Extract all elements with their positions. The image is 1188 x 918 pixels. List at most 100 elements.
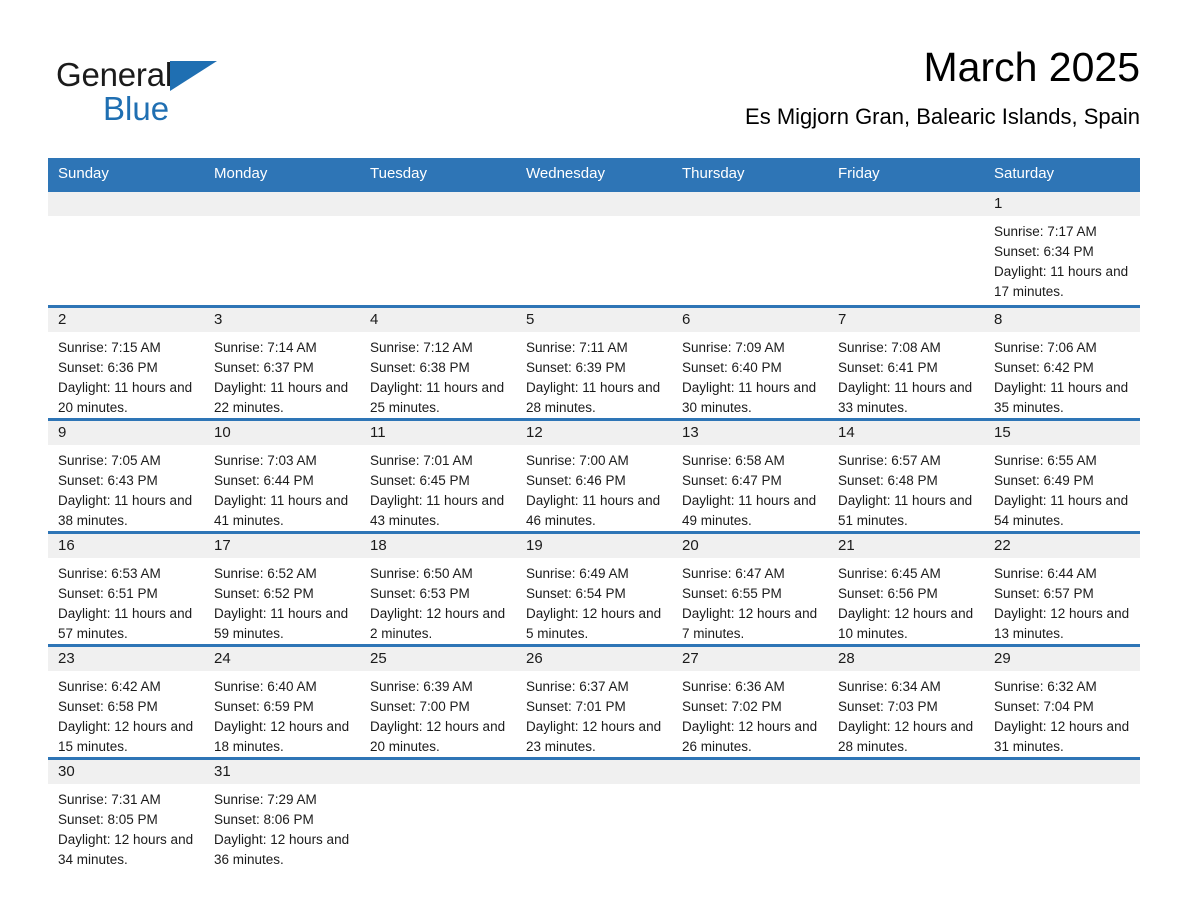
calendar-day-cell[interactable]: 8 Sunrise: 7:06 AM Sunset: 6:42 PM Daylight…: [984, 305, 1140, 420]
sunrise-text: Sunrise: 7:15 AM: [58, 340, 161, 355]
calendar-day-cell[interactable]: 6 Sunrise: 7:09 AM Sunset: 6:40 PM Daylight…: [672, 305, 828, 420]
day-details: Sunrise: 7:06 AM Sunset: 6:42 PM Daylight:…: [984, 332, 1140, 418]
daylight-text: Daylight: 11 hours and 59 minutes.: [214, 606, 349, 641]
day-number: 3: [204, 308, 360, 332]
sunset-text: Sunset: 7:02 PM: [682, 699, 782, 714]
calendar-day-cell[interactable]: 2 Sunrise: 7:15 AM Sunset: 6:36 PM Daylight…: [48, 305, 204, 420]
sunset-text: Sunset: 6:49 PM: [994, 473, 1094, 488]
daylight-text: Daylight: 11 hours and 20 minutes.: [58, 380, 193, 415]
day-details: Sunrise: 6:58 AM Sunset: 6:47 PM Daylight:…: [672, 445, 828, 531]
calendar-day-cell[interactable]: 7 Sunrise: 7:08 AM Sunset: 6:41 PM Daylight…: [828, 305, 984, 420]
calendar-day-cell[interactable]: 10 Sunrise: 7:03 AM Sunset: 6:44 PM Dayligh…: [204, 418, 360, 533]
logo-line-general: General: [56, 56, 356, 94]
day-details: Sunrise: 7:29 AM Sunset: 8:06 PM Daylight:…: [204, 784, 360, 870]
day-number: 7: [828, 308, 984, 332]
calendar-day-cell[interactable]: 5 Sunrise: 7:11 AM Sunset: 6:39 PM Daylight…: [516, 305, 672, 420]
calendar-week-row: 23 Sunrise: 6:42 AM Sunset: 6:58 PM Dayligh…: [48, 644, 1140, 759]
day-details: Sunrise: 6:49 AM Sunset: 6:54 PM Daylight:…: [516, 558, 672, 644]
sunset-text: Sunset: 6:46 PM: [526, 473, 626, 488]
calendar-day-cell-empty: [828, 757, 984, 870]
sunrise-text: Sunrise: 7:14 AM: [214, 340, 317, 355]
day-number: 2: [48, 308, 204, 332]
calendar-day-cell[interactable]: 20 Sunrise: 6:47 AM Sunset: 6:55 PM Dayligh…: [672, 531, 828, 646]
day-number: 29: [984, 647, 1140, 671]
calendar-day-cell[interactable]: 16 Sunrise: 6:53 AM Sunset: 6:51 PM Dayligh…: [48, 531, 204, 646]
calendar-day-cell[interactable]: 19 Sunrise: 6:49 AM Sunset: 6:54 PM Dayligh…: [516, 531, 672, 646]
sunrise-text: Sunrise: 6:34 AM: [838, 679, 941, 694]
calendar-day-cell[interactable]: 15 Sunrise: 6:55 AM Sunset: 6:49 PM Dayligh…: [984, 418, 1140, 533]
calendar-day-cell[interactable]: 24 Sunrise: 6:40 AM Sunset: 6:59 PM Dayligh…: [204, 644, 360, 759]
day-number: [360, 192, 516, 216]
calendar-day-cell[interactable]: 18 Sunrise: 6:50 AM Sunset: 6:53 PM Dayligh…: [360, 531, 516, 646]
sunrise-text: Sunrise: 7:11 AM: [526, 340, 628, 355]
day-number: 4: [360, 308, 516, 332]
day-number: 21: [828, 534, 984, 558]
sunset-text: Sunset: 6:36 PM: [58, 360, 158, 375]
day-details: Sunrise: 7:14 AM Sunset: 6:37 PM Daylight:…: [204, 332, 360, 418]
calendar-day-cell[interactable]: 17 Sunrise: 6:52 AM Sunset: 6:52 PM Dayligh…: [204, 531, 360, 646]
calendar-day-cell[interactable]: 29 Sunrise: 6:32 AM Sunset: 7:04 PM Dayligh…: [984, 644, 1140, 759]
sunset-text: Sunset: 6:52 PM: [214, 586, 314, 601]
page-title: March 2025: [923, 44, 1140, 90]
sunrise-text: Sunrise: 6:32 AM: [994, 679, 1097, 694]
calendar-day-cell[interactable]: 28 Sunrise: 6:34 AM Sunset: 7:03 PM Dayligh…: [828, 644, 984, 759]
logo-triangle-icon: [170, 61, 218, 91]
daylight-text: Daylight: 11 hours and 49 minutes.: [682, 493, 817, 528]
sunset-text: Sunset: 6:54 PM: [526, 586, 626, 601]
day-number: 11: [360, 421, 516, 445]
day-details: Sunrise: 6:40 AM Sunset: 6:59 PM Daylight:…: [204, 671, 360, 757]
calendar-day-cell[interactable]: 23 Sunrise: 6:42 AM Sunset: 6:58 PM Dayligh…: [48, 644, 204, 759]
day-number: [516, 760, 672, 784]
day-number: [360, 760, 516, 784]
calendar-day-cell[interactable]: 31 Sunrise: 7:29 AM Sunset: 8:06 PM Dayligh…: [204, 757, 360, 870]
calendar-day-cell[interactable]: 3 Sunrise: 7:14 AM Sunset: 6:37 PM Daylight…: [204, 305, 360, 420]
day-number: [204, 192, 360, 216]
sunrise-text: Sunrise: 7:01 AM: [370, 453, 473, 468]
calendar-day-cell[interactable]: 27 Sunrise: 6:36 AM Sunset: 7:02 PM Dayligh…: [672, 644, 828, 759]
daylight-text: Daylight: 11 hours and 38 minutes.: [58, 493, 193, 528]
day-details: Sunrise: 6:44 AM Sunset: 6:57 PM Daylight:…: [984, 558, 1140, 644]
calendar-week-row: 2 Sunrise: 7:15 AM Sunset: 6:36 PM Daylight…: [48, 305, 1140, 420]
calendar-day-cell[interactable]: 1 Sunrise: 7:17 AM Sunset: 6:34 PM Daylight…: [984, 189, 1140, 307]
calendar-day-cell[interactable]: 25 Sunrise: 6:39 AM Sunset: 7:00 PM Dayligh…: [360, 644, 516, 759]
page-header: General Blue March 2025 Es Migjorn Gran,…: [48, 42, 1140, 146]
calendar-day-cell[interactable]: 21 Sunrise: 6:45 AM Sunset: 6:56 PM Dayligh…: [828, 531, 984, 646]
calendar-day-cell[interactable]: 11 Sunrise: 7:01 AM Sunset: 6:45 PM Dayligh…: [360, 418, 516, 533]
day-details: Sunrise: 7:09 AM Sunset: 6:40 PM Daylight:…: [672, 332, 828, 418]
day-number: 13: [672, 421, 828, 445]
calendar-day-cell-empty: [360, 757, 516, 870]
calendar-day-cell[interactable]: 13 Sunrise: 6:58 AM Sunset: 6:47 PM Dayligh…: [672, 418, 828, 533]
day-number: 6: [672, 308, 828, 332]
daylight-text: Daylight: 11 hours and 57 minutes.: [58, 606, 193, 641]
calendar-day-cell-empty: [516, 189, 672, 307]
daylight-text: Daylight: 11 hours and 17 minutes.: [994, 264, 1129, 299]
daylight-text: Daylight: 11 hours and 46 minutes.: [526, 493, 661, 528]
day-details: Sunrise: 6:52 AM Sunset: 6:52 PM Daylight:…: [204, 558, 360, 644]
daylight-text: Daylight: 12 hours and 15 minutes.: [58, 719, 194, 754]
day-number: 16: [48, 534, 204, 558]
sunset-text: Sunset: 6:40 PM: [682, 360, 782, 375]
sunrise-text: Sunrise: 6:52 AM: [214, 566, 317, 581]
calendar-day-cell[interactable]: 9 Sunrise: 7:05 AM Sunset: 6:43 PM Daylight…: [48, 418, 204, 533]
sunset-text: Sunset: 7:03 PM: [838, 699, 938, 714]
day-number: 12: [516, 421, 672, 445]
day-number: 22: [984, 534, 1140, 558]
calendar-day-cell[interactable]: 22 Sunrise: 6:44 AM Sunset: 6:57 PM Dayligh…: [984, 531, 1140, 646]
calendar-day-cell-empty: [984, 757, 1140, 870]
daylight-text: Daylight: 11 hours and 41 minutes.: [214, 493, 349, 528]
daylight-text: Daylight: 12 hours and 2 minutes.: [370, 606, 506, 641]
calendar-day-cell[interactable]: 14 Sunrise: 6:57 AM Sunset: 6:48 PM Dayligh…: [828, 418, 984, 533]
day-details: Sunrise: 6:55 AM Sunset: 6:49 PM Daylight:…: [984, 445, 1140, 531]
daylight-text: Daylight: 12 hours and 31 minutes.: [994, 719, 1130, 754]
calendar-week-row: 1 Sunrise: 7:17 AM Sunset: 6:34 PM Daylight…: [48, 189, 1140, 307]
calendar-day-cell[interactable]: 12 Sunrise: 7:00 AM Sunset: 6:46 PM Dayligh…: [516, 418, 672, 533]
sunset-text: Sunset: 6:44 PM: [214, 473, 314, 488]
calendar-day-cell[interactable]: 30 Sunrise: 7:31 AM Sunset: 8:05 PM Dayligh…: [48, 757, 204, 870]
day-number: 23: [48, 647, 204, 671]
daylight-text: Daylight: 12 hours and 20 minutes.: [370, 719, 506, 754]
day-number: [48, 192, 204, 216]
weekday-header-sunday: Sunday: [48, 158, 204, 191]
calendar-day-cell[interactable]: 4 Sunrise: 7:12 AM Sunset: 6:38 PM Daylight…: [360, 305, 516, 420]
sunset-text: Sunset: 6:34 PM: [994, 244, 1094, 259]
calendar-day-cell[interactable]: 26 Sunrise: 6:37 AM Sunset: 7:01 PM Dayligh…: [516, 644, 672, 759]
